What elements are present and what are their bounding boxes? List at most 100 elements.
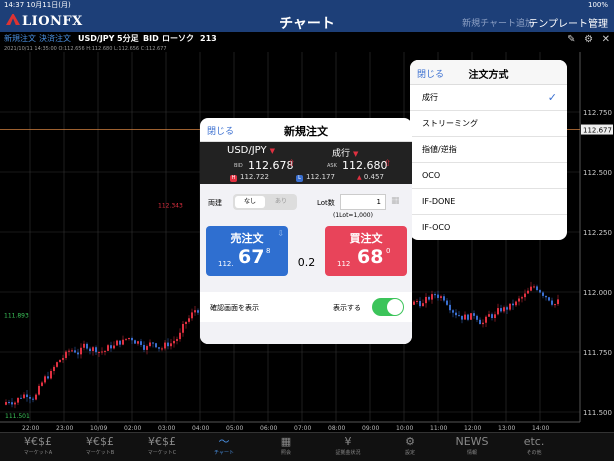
tab-inquiry[interactable]: ▦ 照会 — [256, 435, 316, 456]
tab-chart[interactable]: 〜チャート — [194, 435, 254, 456]
nav-bar: LIONFX チャート 新規チャート追加 テンプレート管理 — [0, 11, 614, 32]
confirm-value: 表示する — [333, 304, 361, 312]
candle-body — [443, 296, 445, 301]
bid-label: BID — [234, 163, 243, 169]
timeframe-selector[interactable]: 5分足 — [117, 32, 139, 46]
candle-body — [509, 303, 511, 310]
candle-type-selector[interactable]: ローソク — [162, 32, 194, 46]
tab-market-a[interactable]: ¥€$£ マーケットA — [8, 435, 68, 456]
down-arrow-icon: ⇩ — [277, 229, 284, 238]
gear-icon[interactable]: ⚙ — [584, 33, 593, 47]
bid-price: 112.678 — [248, 159, 294, 172]
keypad-icon[interactable]: ▦ — [391, 196, 400, 206]
candle-body — [449, 304, 451, 311]
candle-body — [128, 337, 130, 339]
day-high: H 112.722 — [230, 173, 269, 182]
tab-etc[interactable]: etc. その他 — [504, 435, 564, 456]
confirm-toggle[interactable] — [372, 298, 404, 316]
pair-selector[interactable]: USD/JPY — [78, 32, 114, 46]
hedge-label: 両建 — [208, 199, 222, 207]
order-type-option[interactable]: 指値/逆指 — [410, 137, 567, 163]
order-type-option-label: 成行 — [422, 93, 438, 102]
day-low: L 112.177 — [296, 173, 335, 182]
order-type-selector[interactable]: 成行 ▼ — [332, 146, 358, 159]
order-type-option[interactable]: ストリーミング — [410, 111, 567, 137]
dialog-title: 新規注文 — [284, 125, 328, 138]
close-icon[interactable]: ✕ — [602, 33, 610, 47]
add-chart-button[interactable]: 新規チャート追加 — [462, 16, 534, 29]
lot-label: Lot数 — [317, 199, 335, 207]
time-axis-label: 13:00 — [498, 425, 515, 432]
time-axis-label: 23:00 — [56, 425, 73, 432]
candle-body — [170, 343, 172, 347]
etc-icon: etc. — [523, 435, 545, 448]
pencil-icon[interactable]: ✎ — [567, 33, 575, 47]
hedge-on-option[interactable]: あり — [267, 196, 295, 208]
tab-label: 照会 — [280, 450, 291, 456]
candle-body — [485, 316, 487, 323]
candle-body — [5, 402, 7, 405]
candle-body — [431, 294, 433, 300]
candle-body — [23, 394, 25, 399]
candle-body — [500, 308, 502, 312]
time-axis-label: 07:00 — [294, 425, 311, 432]
buy-price-prefix: 112 — [337, 260, 351, 268]
settle-order-button[interactable]: 決済注文 — [39, 32, 71, 46]
candle-body — [524, 293, 526, 298]
tab-market-c[interactable]: ¥€$£ マーケットC — [132, 435, 192, 456]
candle-body — [413, 301, 415, 305]
tab-label: その他 — [526, 450, 542, 456]
news-icon: NEWS — [455, 435, 489, 448]
new-order-button[interactable]: 新規注文 — [4, 32, 36, 46]
high-marker: 112.343 — [158, 203, 183, 210]
candle-body — [14, 402, 16, 405]
lot-input[interactable]: 1 — [340, 194, 386, 210]
hedge-segmented-control[interactable]: なし あり — [233, 194, 297, 210]
candle-body — [533, 286, 535, 288]
tab-label: マーケットC — [147, 450, 177, 456]
tab-market-b[interactable]: ¥€$£ マーケットB — [70, 435, 130, 456]
margin-icon: ¥ — [344, 435, 352, 448]
candle-body — [557, 299, 559, 305]
chart-icon: 〜 — [218, 435, 230, 448]
candle-body — [437, 294, 439, 298]
candle-body — [122, 339, 124, 345]
tab-label: チャート — [214, 450, 234, 456]
candle-body — [416, 300, 418, 302]
candle-body — [470, 313, 472, 320]
tab-news[interactable]: NEWS 情報 — [442, 435, 502, 456]
candle-body — [95, 347, 97, 353]
time-axis-label: 04:00 — [192, 425, 209, 432]
candle-count[interactable]: 213 — [200, 32, 217, 46]
dialog-pair-selector[interactable]: USD/JPY ▼ — [227, 145, 275, 156]
order-type-option-label: IF-OCO — [422, 223, 451, 232]
template-manage-button[interactable]: テンプレート管理 — [528, 15, 608, 30]
sell-order-button[interactable]: 売注文 ⇩ 112. 67 8 — [206, 226, 288, 276]
candle-body — [92, 347, 94, 352]
tab-settings[interactable]: ⚙ 設定 — [380, 435, 440, 456]
side-selector[interactable]: BID — [143, 32, 159, 46]
price-axis-label: 112.750 — [583, 109, 612, 117]
confirm-label: 確認画面を表示 — [210, 304, 259, 312]
hedge-off-option[interactable]: なし — [235, 196, 265, 208]
candle-body — [536, 286, 538, 291]
candle-body — [191, 312, 193, 319]
order-type-option[interactable]: OCO — [410, 163, 567, 189]
lot-note: (1Lot=1,000) — [333, 212, 373, 219]
new-order-dialog: 閉じる 新規注文 USD/JPY ▼ 成行 ▼ BID 112.678 ⇧ ASK … — [200, 118, 412, 344]
candle-body — [455, 312, 457, 316]
buy-order-button[interactable]: 買注文 112 68 0 — [325, 226, 407, 276]
candle-body — [548, 297, 550, 301]
candle-body — [539, 290, 541, 293]
time-axis-label: 12:00 — [464, 425, 481, 432]
chevron-down-icon: ▼ — [269, 147, 275, 155]
order-type-option[interactable]: IF-OCO — [410, 215, 567, 240]
candle-body — [173, 340, 175, 344]
status-bar: 14:37 10月11日(月) 100% — [0, 0, 614, 11]
candle-body — [512, 303, 514, 306]
price-change: ▲ 0.457 — [357, 173, 384, 181]
order-type-option[interactable]: IF-DONE — [410, 189, 567, 215]
order-type-option[interactable]: 成行 ✓ — [410, 85, 567, 111]
tab-margin[interactable]: ¥ 証拠金状況 — [318, 435, 378, 456]
time-axis-label: 14:00 — [532, 425, 549, 432]
